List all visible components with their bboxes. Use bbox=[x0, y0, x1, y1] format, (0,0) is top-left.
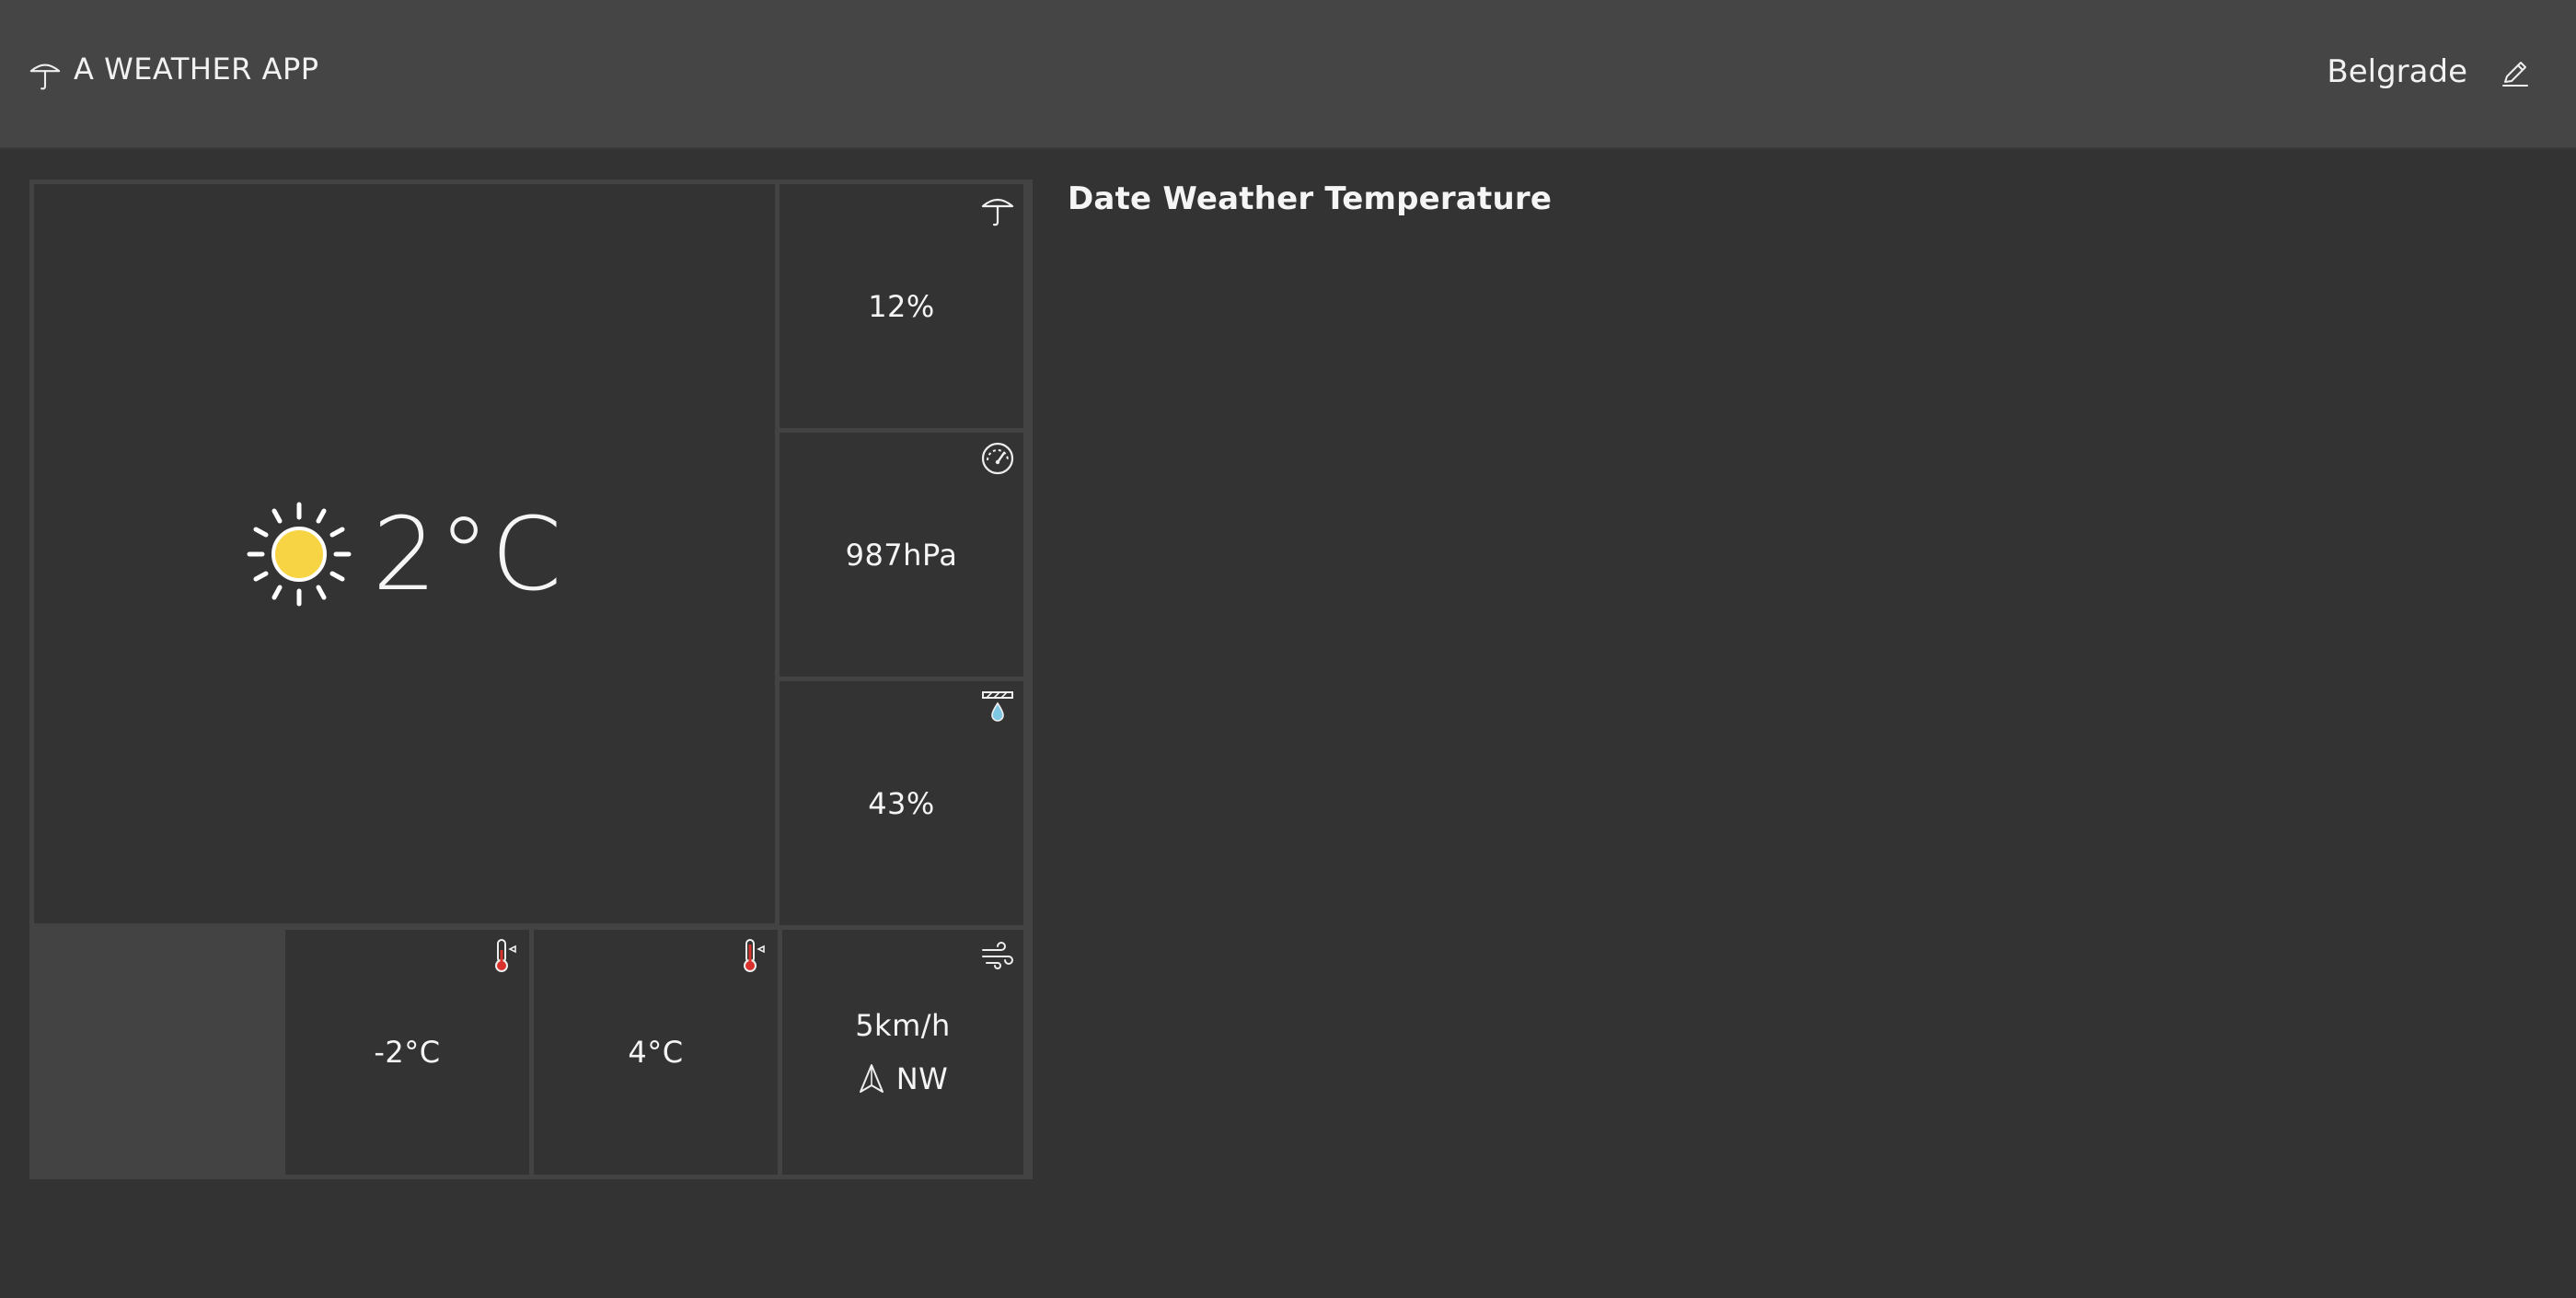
humidity-value: 43% bbox=[868, 785, 935, 821]
min-temperature-tile: -2°C bbox=[285, 930, 529, 1175]
column-header-weather: Weather bbox=[1162, 180, 1314, 217]
sun-icon bbox=[247, 502, 352, 606]
empty-tile bbox=[34, 930, 281, 1175]
thermometer-high-icon bbox=[744, 939, 765, 972]
umbrella-icon bbox=[981, 198, 1014, 226]
thermometer-low-icon bbox=[495, 939, 516, 972]
max-temperature-tile: 4°C bbox=[534, 930, 778, 1175]
navigation-arrow-icon bbox=[859, 1064, 884, 1093]
forecast-table-header: Date Weather Temperature bbox=[1068, 180, 1552, 217]
pressure-value: 987hPa bbox=[845, 537, 958, 573]
city-name[interactable]: Belgrade bbox=[2327, 53, 2467, 90]
column-header-temperature: Temperature bbox=[1324, 180, 1553, 217]
app-title: A WEATHER APP bbox=[74, 52, 319, 87]
current-temperature: 2°C bbox=[372, 494, 564, 613]
wind-direction-value: NW bbox=[895, 1061, 949, 1096]
weather-grid: 2°C 12% 987hPa 43% -2°C 4°C 5km/h NW bbox=[29, 180, 1033, 1179]
precipitation-value: 12% bbox=[868, 288, 935, 324]
pressure-tile: 987hPa bbox=[780, 433, 1023, 677]
app-header: A WEATHER APP Belgrade bbox=[0, 0, 2576, 149]
precipitation-tile: 12% bbox=[780, 184, 1023, 428]
wind-tile: 5km/h NW bbox=[782, 930, 1023, 1175]
humidity-drop-icon bbox=[982, 691, 1013, 722]
umbrella-icon bbox=[29, 64, 61, 90]
humidity-tile: 43% bbox=[780, 681, 1023, 925]
max-temperature-value: 4°C bbox=[628, 1035, 684, 1070]
column-header-date: Date bbox=[1068, 180, 1152, 217]
wind-direction: NW bbox=[858, 1061, 949, 1096]
gauge-icon bbox=[981, 442, 1014, 475]
wind-speed-value: 5km/h bbox=[855, 1008, 951, 1043]
pencil-icon[interactable] bbox=[2499, 57, 2532, 90]
current-weather-tile: 2°C bbox=[34, 184, 775, 923]
wind-icon bbox=[982, 942, 1013, 969]
min-temperature-value: -2°C bbox=[374, 1035, 441, 1070]
